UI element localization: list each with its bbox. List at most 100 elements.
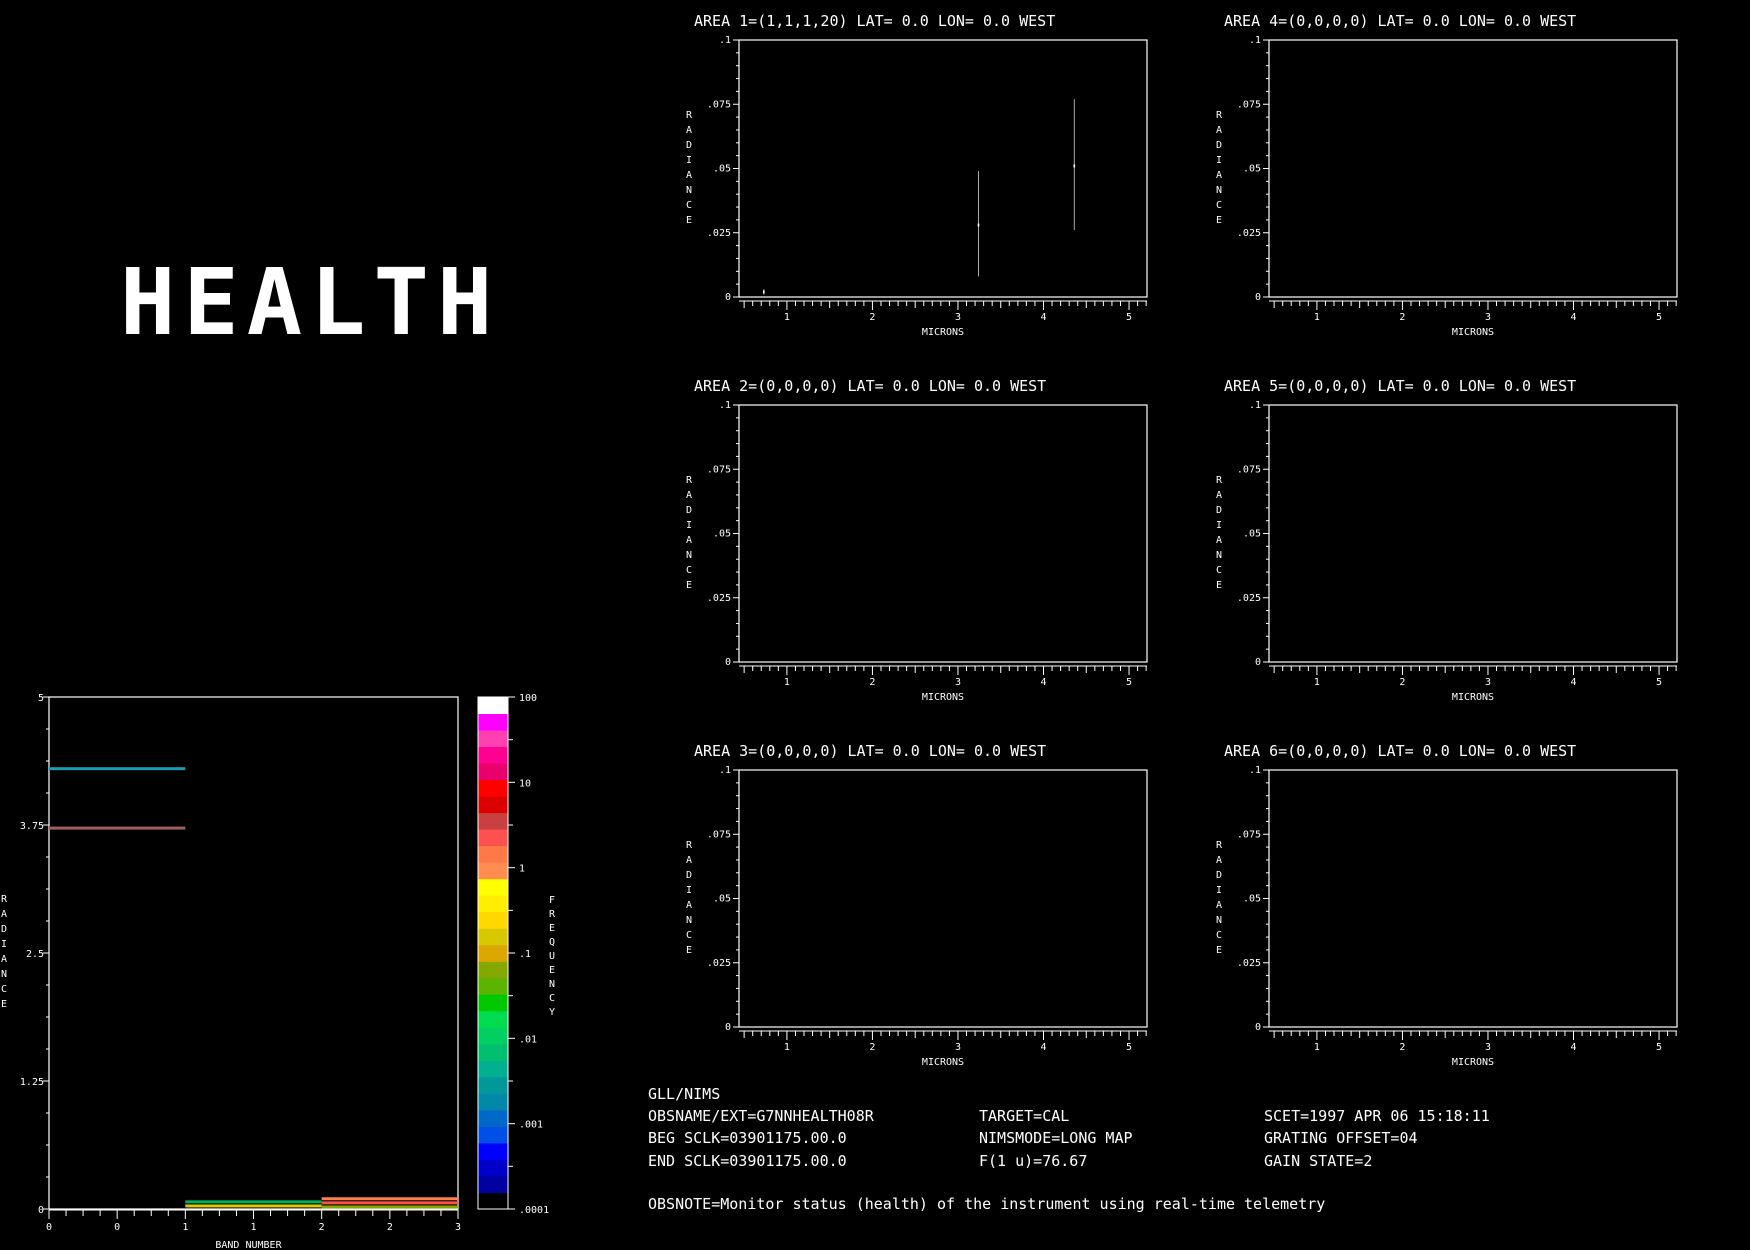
x-tick-label: 1 xyxy=(1314,677,1320,688)
y-tick-label: .05 xyxy=(1243,529,1261,540)
y-tick-label: .025 xyxy=(1237,593,1261,604)
y-axis-label-letter: C xyxy=(1216,565,1222,576)
area-panels: AREA 1=(1,1,1,20) LAT= 0.0 LON= 0.0 WEST… xyxy=(686,12,1678,1068)
colorbar-label-letter: F xyxy=(549,895,555,906)
x-tick-label: 4 xyxy=(1570,677,1576,688)
y-tick-label: 2.5 xyxy=(26,949,44,960)
plot-frame xyxy=(738,404,1148,663)
y-axis-label-letter: A xyxy=(686,125,692,136)
y-axis-label-letter: C xyxy=(1216,930,1222,941)
area-panel-3: AREA 3=(0,0,0,0) LAT= 0.0 LON= 0.0 WEST 0… xyxy=(686,742,1148,1068)
y-axis-label-letter: E xyxy=(686,580,692,591)
colorbar-segment xyxy=(478,1109,508,1127)
plot-frame xyxy=(1268,39,1678,298)
colorbar-segment xyxy=(478,911,508,929)
colorbar-tick-label: .1 xyxy=(519,949,531,960)
y-tick-label: 1.25 xyxy=(20,1077,44,1088)
x-tick-label: 1 xyxy=(182,1222,188,1233)
colorbar-segment xyxy=(478,862,508,880)
x-tick-label: 5 xyxy=(1126,677,1132,688)
area-panel-1: AREA 1=(1,1,1,20) LAT= 0.0 LON= 0.0 WEST… xyxy=(686,12,1148,338)
colorbar-tick-label: 1 xyxy=(519,864,525,875)
y-tick-label: .075 xyxy=(1237,99,1261,110)
y-tick-label: .025 xyxy=(707,593,731,604)
colorbar-segment xyxy=(478,1027,508,1045)
y-axis-label-letter: A xyxy=(1216,900,1222,911)
y-axis-label-letter: N xyxy=(1216,915,1222,926)
data-point xyxy=(1073,164,1076,168)
y-axis-label-letter: D xyxy=(1,924,7,935)
plot-frame xyxy=(1268,404,1678,663)
target-label: TARGET=CAL xyxy=(979,1107,1069,1125)
y-axis-label-letter: A xyxy=(1216,490,1222,501)
y-axis-label-letter: A xyxy=(686,900,692,911)
radiance-band-segment xyxy=(321,1197,458,1201)
x-tick-label: 4 xyxy=(1040,1042,1046,1053)
x-axis-label: MICRONS xyxy=(1452,1057,1494,1068)
colorbar-segment xyxy=(478,1126,508,1144)
colorbar-segment xyxy=(478,1060,508,1078)
y-axis-label-letter: N xyxy=(1,969,7,980)
colorbar-label-letter: Y xyxy=(549,1007,555,1018)
y-axis-label-letter: N xyxy=(1216,185,1222,196)
x-tick-label: 3 xyxy=(1485,312,1491,323)
y-axis-label-letter: I xyxy=(1216,520,1222,531)
y-axis-label-letter: E xyxy=(1216,580,1222,591)
plot-frame xyxy=(738,39,1148,298)
area-title: AREA 2=(0,0,0,0) LAT= 0.0 LON= 0.0 WEST xyxy=(694,377,1046,395)
y-axis-label-letter: C xyxy=(686,200,692,211)
colorbar-segment xyxy=(478,961,508,979)
y-axis-label-letter: E xyxy=(1216,945,1222,956)
y-axis-label-letter: R xyxy=(686,840,693,851)
radiance-band-segment xyxy=(321,1205,458,1209)
y-axis-label-letter: R xyxy=(1,894,8,905)
x-tick-label: 1 xyxy=(1314,312,1320,323)
x-tick-label: 5 xyxy=(1656,1042,1662,1053)
scet-label: SCET=1997 APR 06 15:18:11 xyxy=(1264,1107,1490,1125)
y-tick-label: .075 xyxy=(707,99,731,110)
y-tick-label: 3.75 xyxy=(20,821,44,832)
x-tick-label: 3 xyxy=(955,312,961,323)
y-axis-label-letter: E xyxy=(686,215,692,226)
colorbar-segment xyxy=(478,829,508,847)
plot-frame xyxy=(1268,769,1678,1028)
colorbar-segment xyxy=(478,977,508,995)
colorbar-segment xyxy=(478,1175,508,1193)
x-tick-label: 2 xyxy=(869,677,875,688)
x-tick-label: 1 xyxy=(784,677,790,688)
x-axis-label: MICRONS xyxy=(922,327,964,338)
colorbar-segment xyxy=(478,1076,508,1094)
nims-health-display: HEALTH AREA 1=(1,1,1,20) LAT= 0.0 LON= 0… xyxy=(1,12,1678,1250)
y-axis-label-letter: A xyxy=(1,909,7,920)
y-axis-label-letter: E xyxy=(1,999,7,1010)
y-axis-label-letter: A xyxy=(686,535,692,546)
x-tick-label: 1 xyxy=(1314,1042,1320,1053)
x-tick-label: 3 xyxy=(1485,1042,1491,1053)
y-axis-label-letter: N xyxy=(686,550,692,561)
x-tick-label: 2 xyxy=(1399,677,1405,688)
colorbar-segment xyxy=(478,1010,508,1028)
colorbar-segment xyxy=(478,812,508,830)
x-tick-label: 4 xyxy=(1570,1042,1576,1053)
y-tick-label: .025 xyxy=(1237,958,1261,969)
y-tick-label: .05 xyxy=(713,529,731,540)
colorbar-label-letter: N xyxy=(549,979,555,990)
y-axis-label-letter: I xyxy=(1216,155,1222,166)
radiance-band-segment xyxy=(185,1200,322,1204)
colorbar-tick-label: 10 xyxy=(519,778,531,789)
y-axis-label-letter: C xyxy=(686,930,692,941)
y-tick-label: 0 xyxy=(725,657,731,668)
y-tick-label: 0 xyxy=(1255,292,1261,303)
y-axis-label-letter: C xyxy=(686,565,692,576)
colorbar-segment xyxy=(478,1093,508,1111)
x-axis-label: MICRONS xyxy=(1452,692,1494,703)
data-point xyxy=(763,290,765,294)
x-tick-label: 4 xyxy=(1040,677,1046,688)
y-tick-label: .05 xyxy=(713,894,731,905)
y-axis-label-letter: I xyxy=(686,155,692,166)
colorbar-segment xyxy=(478,746,508,764)
y-tick-label: 5 xyxy=(38,693,44,704)
colorbar-segment xyxy=(478,730,508,748)
y-axis-label-letter: I xyxy=(686,520,692,531)
gain-state-label: GAIN STATE=2 xyxy=(1264,1152,1372,1170)
